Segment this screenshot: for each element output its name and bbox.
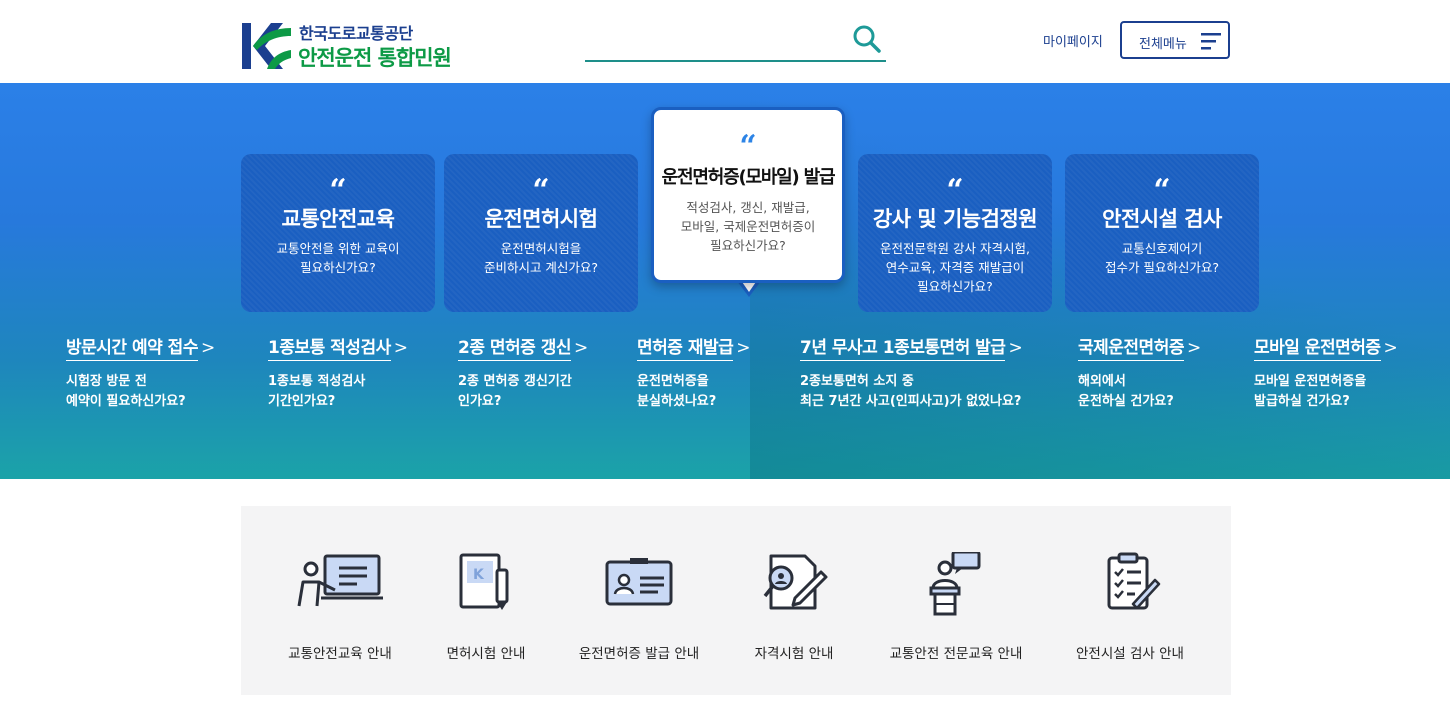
quick-link-description: 1종보통 적성검사 기간인가요? <box>268 374 366 409</box>
quick-link-description: 2종보통면허 소지 중 최근 7년간 사고(인피사고)가 없었나요? <box>800 374 1022 409</box>
service-label: 안전시설 검사 안내 <box>1076 646 1184 662</box>
service-guide-panel: 교통안전교육 안내 K 면허시험 안내 운전면허증 발급 안내 자격시험 안내 … <box>241 506 1231 695</box>
quote-icon: “ <box>946 173 964 208</box>
quick-link-7year-upgrade[interactable]: 7년 무사고 1종보통면허 발급 > 2종보통면허 소지 중 최근 7년간 사고(… <box>800 333 1023 412</box>
service-license-issuance[interactable]: 운전면허증 발급 안내 <box>571 552 707 672</box>
card-title: 운전면허증(모바일) 발급 <box>661 167 836 188</box>
logo-organization-name: 한국도로교통공단 <box>299 24 413 43</box>
search-input[interactable] <box>585 22 844 58</box>
card-title: 강사 및 기능검정원 <box>872 207 1038 231</box>
quick-link-description: 모바일 운전면허증을 발급하실 건가요? <box>1254 374 1367 409</box>
chevron-right-icon: > <box>574 338 588 358</box>
quote-icon: “ <box>1153 173 1171 208</box>
site-header: 한국도로교통공단 안전운전 통합민원 마이페이지 전체메뉴 <box>0 0 1450 83</box>
quick-link-description: 2종 면허증 갱신기간 인가요? <box>458 374 572 409</box>
card-license-exam[interactable]: “ 운전면허시험 운전면허시험을 준비하시고 계신가요? <box>444 154 638 312</box>
quick-link-title: 모바일 운전면허증 <box>1254 338 1381 361</box>
card-description: 운전면허시험을 준비하시고 계신가요? <box>483 241 599 275</box>
quick-link-license-reissue[interactable]: 면허증 재발급 > 운전면허증을 분실하셨나요? <box>637 333 751 412</box>
quote-icon: “ <box>532 173 550 208</box>
card-title: 안전시설 검사 <box>1102 207 1222 231</box>
card-license-issuance-active[interactable]: “ 운전면허증(모바일) 발급 적성검사, 갱신, 재발급, 모바일, 국제운전… <box>651 107 845 283</box>
certificate-icon <box>763 554 828 610</box>
quick-link-description: 운전면허증을 분실하셨나요? <box>637 374 717 409</box>
service-traffic-education[interactable]: 교통안전교육 안내 <box>275 552 405 672</box>
hamburger-icon <box>1201 33 1221 50</box>
speaker-podium-icon <box>929 552 981 616</box>
quick-link-title: 국제운전면허증 <box>1078 338 1184 361</box>
card-description: 교통안전을 위한 교육이 필요하신가요? <box>276 241 400 275</box>
service-label: 교통안전 전문교육 안내 <box>889 646 1023 662</box>
search-icon[interactable] <box>852 24 882 54</box>
exam-book-icon: K <box>459 553 509 610</box>
card-description: 적성검사, 갱신, 재발급, 모바일, 국제운전면허증이 필요하신가요? <box>680 200 816 253</box>
service-license-exam[interactable]: K 면허시험 안내 <box>431 552 541 672</box>
card-title: 교통안전교육 <box>281 207 395 231</box>
service-specialist-education[interactable]: 교통안전 전문교육 안내 <box>881 552 1031 672</box>
all-menu-label: 전체메뉴 <box>1139 37 1187 52</box>
quick-link-international-license[interactable]: 국제운전면허증 > 해외에서 운전하실 건가요? <box>1078 333 1201 412</box>
quick-link-mobile-license[interactable]: 모바일 운전면허증 > 모바일 운전면허증을 발급하실 건가요? <box>1254 333 1398 412</box>
quick-link-visit-reservation[interactable]: 방문시간 예약 접수 > 시험장 방문 전 예약이 필요하신가요? <box>66 333 215 412</box>
card-description: 교통신호제어기 접수가 필요하신가요? <box>1104 241 1220 275</box>
chevron-right-icon: > <box>393 338 408 358</box>
quick-link-description: 해외에서 운전하실 건가요? <box>1078 374 1174 409</box>
service-qualification-exam[interactable]: 자격시험 안내 <box>739 552 849 672</box>
lecture-icon <box>297 554 383 607</box>
chevron-right-icon: > <box>1186 338 1201 358</box>
card-instructor-examiner[interactable]: “ 강사 및 기능검정원 운전전문학원 강사 자격시험, 연수교육, 자격증 재… <box>858 154 1052 312</box>
service-label: 자격시험 안내 <box>754 646 834 662</box>
chevron-right-icon: > <box>200 338 215 358</box>
hero-section: “ 교통안전교육 교통안전을 위한 교육이 필요하신가요? “ 운전면허시험 운… <box>0 83 1450 479</box>
site-logo[interactable]: 한국도로교통공단 안전운전 통합민원 <box>241 20 471 72</box>
mypage-link[interactable]: 마이페이지 <box>1043 31 1103 50</box>
service-label: 교통안전교육 안내 <box>288 646 392 662</box>
koroad-logo-icon <box>241 22 291 70</box>
all-menu-button[interactable]: 전체메뉴 <box>1120 21 1230 59</box>
quick-link-title: 7년 무사고 1종보통면허 발급 <box>800 338 1006 361</box>
quote-icon: “ <box>739 129 757 164</box>
card-safety-facility-inspection[interactable]: “ 안전시설 검사 교통신호제어기 접수가 필요하신가요? <box>1065 154 1259 312</box>
card-title: 운전면허시험 <box>484 207 598 231</box>
card-traffic-safety-education[interactable]: “ 교통안전교육 교통안전을 위한 교육이 필요하신가요? <box>241 154 435 312</box>
quick-link-title: 2종 면허증 갱신 <box>458 338 572 361</box>
checklist-icon <box>1107 552 1161 610</box>
chevron-right-icon: > <box>736 338 751 358</box>
quick-link-title: 1종보통 적성검사 <box>268 338 391 361</box>
quick-link-description: 시험장 방문 전 예약이 필요하신가요? <box>66 374 186 409</box>
service-label: 면허시험 안내 <box>446 646 526 662</box>
license-card-icon <box>605 558 673 606</box>
service-safety-facility[interactable]: 안전시설 검사 안내 <box>1065 552 1195 672</box>
quick-link-title: 면허증 재발급 <box>637 338 734 361</box>
quick-link-license-renewal[interactable]: 2종 면허증 갱신 > 2종 면허증 갱신기간 인가요? <box>458 333 588 412</box>
quote-icon: “ <box>329 173 347 208</box>
quick-link-aptitude-test[interactable]: 1종보통 적성검사 > 1종보통 적성검사 기간인가요? <box>268 333 408 412</box>
logo-service-name: 안전운전 통합민원 <box>298 46 452 70</box>
card-description: 운전전문학원 강사 자격시험, 연수교육, 자격증 재발급이 필요하신가요? <box>880 241 1030 294</box>
chevron-right-icon: > <box>1383 338 1398 358</box>
search-bar <box>585 22 886 62</box>
chevron-right-icon: > <box>1008 338 1023 358</box>
quick-link-title: 방문시간 예약 접수 <box>66 338 198 361</box>
service-label: 운전면허증 발급 안내 <box>578 646 700 662</box>
svg-text:K: K <box>473 567 485 583</box>
